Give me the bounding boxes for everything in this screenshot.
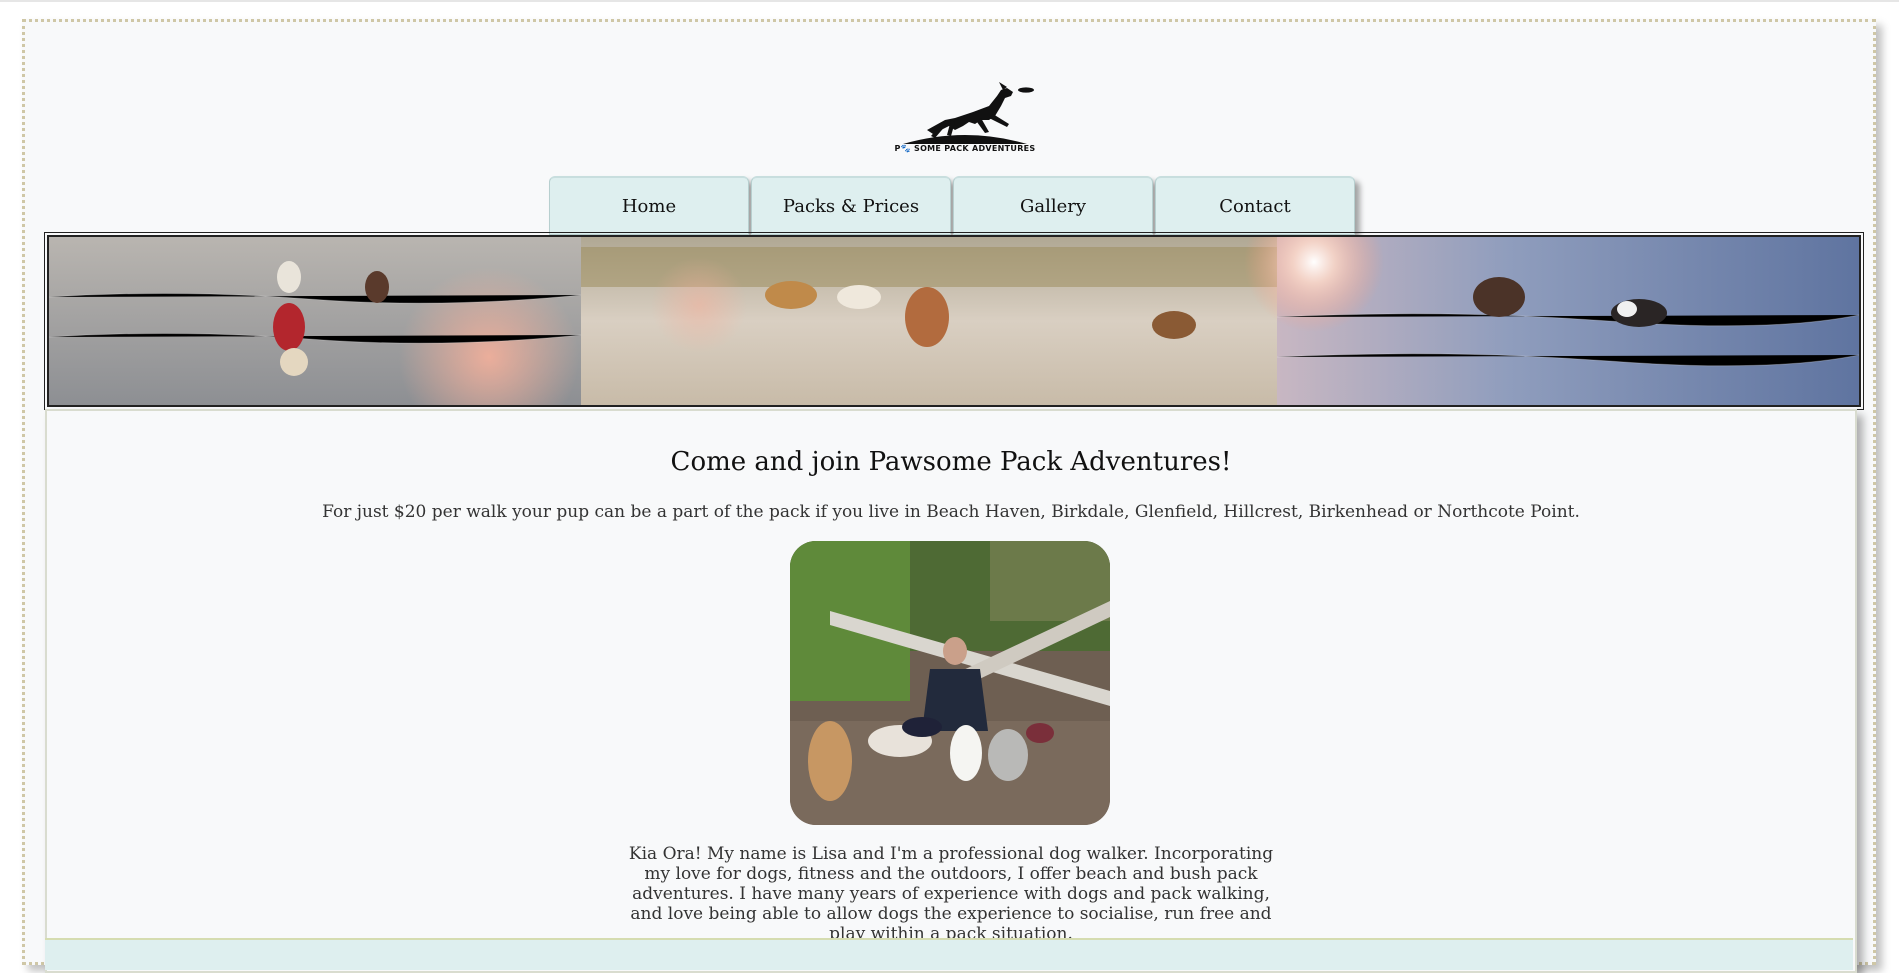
logo-text: P🐾 SOME PACK ADVENTURES [894, 144, 1036, 153]
nav-item-home[interactable]: Home [549, 176, 749, 235]
intro-text: For just $20 per walk your pup can be a … [322, 502, 1580, 522]
walker-photo [790, 541, 1110, 825]
main-content: Come and join Pawsome Pack Adventures! F… [45, 409, 1857, 973]
bio-text: Kia Ora! My name is Lisa and I'm a profe… [628, 844, 1274, 944]
nav-item-contact[interactable]: Contact [1155, 176, 1355, 235]
dog-walker-image [790, 541, 1110, 825]
main-nav: Home Packs & Prices Gallery Contact [549, 176, 1357, 235]
hero-banner [44, 232, 1864, 410]
footer-strip [45, 938, 1853, 970]
nav-item-gallery[interactable]: Gallery [953, 176, 1153, 235]
browser-top-edge [0, 0, 1899, 2]
page-container: P🐾 SOME PACK ADVENTURES Home Packs & Pri… [22, 19, 1876, 973]
banner-image [49, 237, 1859, 405]
nav-item-packs-prices[interactable]: Packs & Prices [751, 176, 951, 235]
leaping-dog-logo-icon [903, 82, 1034, 144]
site-logo[interactable]: P🐾 SOME PACK ADVENTURES [885, 60, 1045, 160]
page-title: Come and join Pawsome Pack Adventures! [670, 447, 1232, 477]
